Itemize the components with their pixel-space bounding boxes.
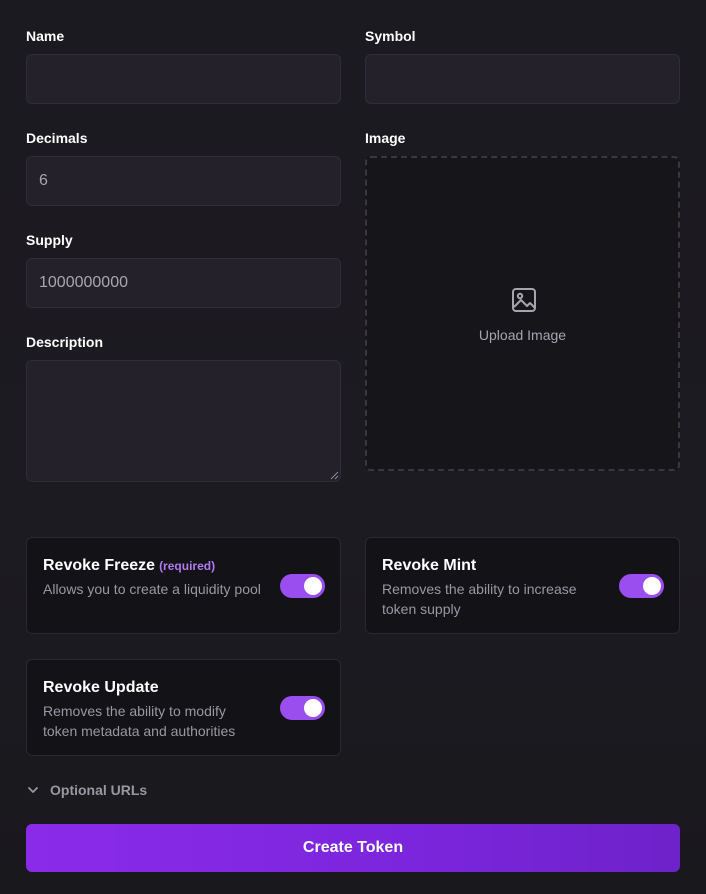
symbol-label: Symbol — [365, 28, 416, 44]
description-textarea[interactable] — [26, 360, 341, 482]
optional-urls-label: Optional URLs — [50, 782, 148, 798]
decimals-input[interactable] — [26, 156, 341, 206]
revoke-freeze-title-text: Revoke Freeze — [43, 557, 156, 574]
image-label: Image — [365, 130, 406, 146]
image-icon — [512, 288, 536, 312]
upload-image-text: Upload Image — [478, 327, 567, 343]
revoke-mint-description: Removes the ability to increase token su… — [382, 581, 577, 617]
supply-label: Supply — [26, 232, 73, 248]
resize-handle-icon[interactable] — [330, 471, 339, 480]
revoke-update-title: Revoke Update — [43, 679, 159, 696]
supply-input[interactable] — [26, 258, 341, 308]
name-input[interactable] — [26, 54, 341, 104]
description-label: Description — [26, 334, 104, 350]
name-label: Name — [26, 28, 65, 44]
revoke-mint-title: Revoke Mint — [382, 557, 477, 574]
revoke-freeze-description: Allows you to create a liquidity pool — [43, 581, 261, 597]
image-upload-dropzone[interactable]: Upload Image — [365, 156, 680, 471]
required-tag: (required) — [159, 559, 216, 573]
revoke-freeze-card: Revoke Freeze (required) Allows you to cr… — [26, 537, 341, 634]
optional-urls-toggle[interactable]: Optional URLs — [26, 780, 147, 800]
revoke-update-toggle[interactable] — [280, 696, 325, 720]
chevron-down-icon — [28, 787, 38, 793]
create-token-button[interactable]: Create Token — [26, 824, 680, 872]
revoke-update-description: Removes the ability to modify token meta… — [43, 703, 236, 739]
revoke-freeze-toggle[interactable] — [280, 574, 325, 598]
toggle-knob — [304, 699, 322, 717]
revoke-mint-toggle[interactable] — [619, 574, 664, 598]
toggle-knob — [643, 577, 661, 595]
revoke-freeze-title: Revoke Freeze (required) — [43, 557, 215, 575]
revoke-update-card: Revoke Update Removes the ability to mod… — [26, 659, 341, 756]
symbol-input[interactable] — [365, 54, 680, 104]
revoke-mint-card: Revoke Mint Removes the ability to incre… — [365, 537, 680, 634]
decimals-label: Decimals — [26, 130, 88, 146]
toggle-knob — [304, 577, 322, 595]
